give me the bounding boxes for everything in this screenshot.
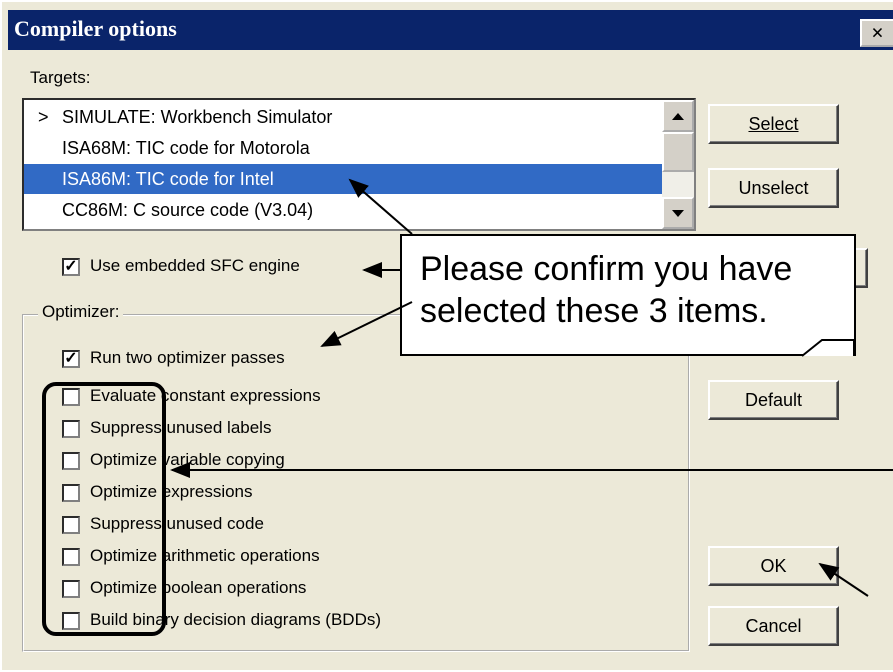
arrow-to-ok-button bbox=[818, 562, 869, 597]
callout-fold-icon bbox=[801, 339, 855, 357]
arrow-to-optimizer-passes bbox=[320, 301, 413, 347]
annotation-arrows bbox=[170, 178, 893, 597]
compiler-options-dialog: Compiler options × Targets: > SIMULATE: … bbox=[0, 0, 893, 670]
arrow-to-isa86m bbox=[348, 178, 413, 235]
